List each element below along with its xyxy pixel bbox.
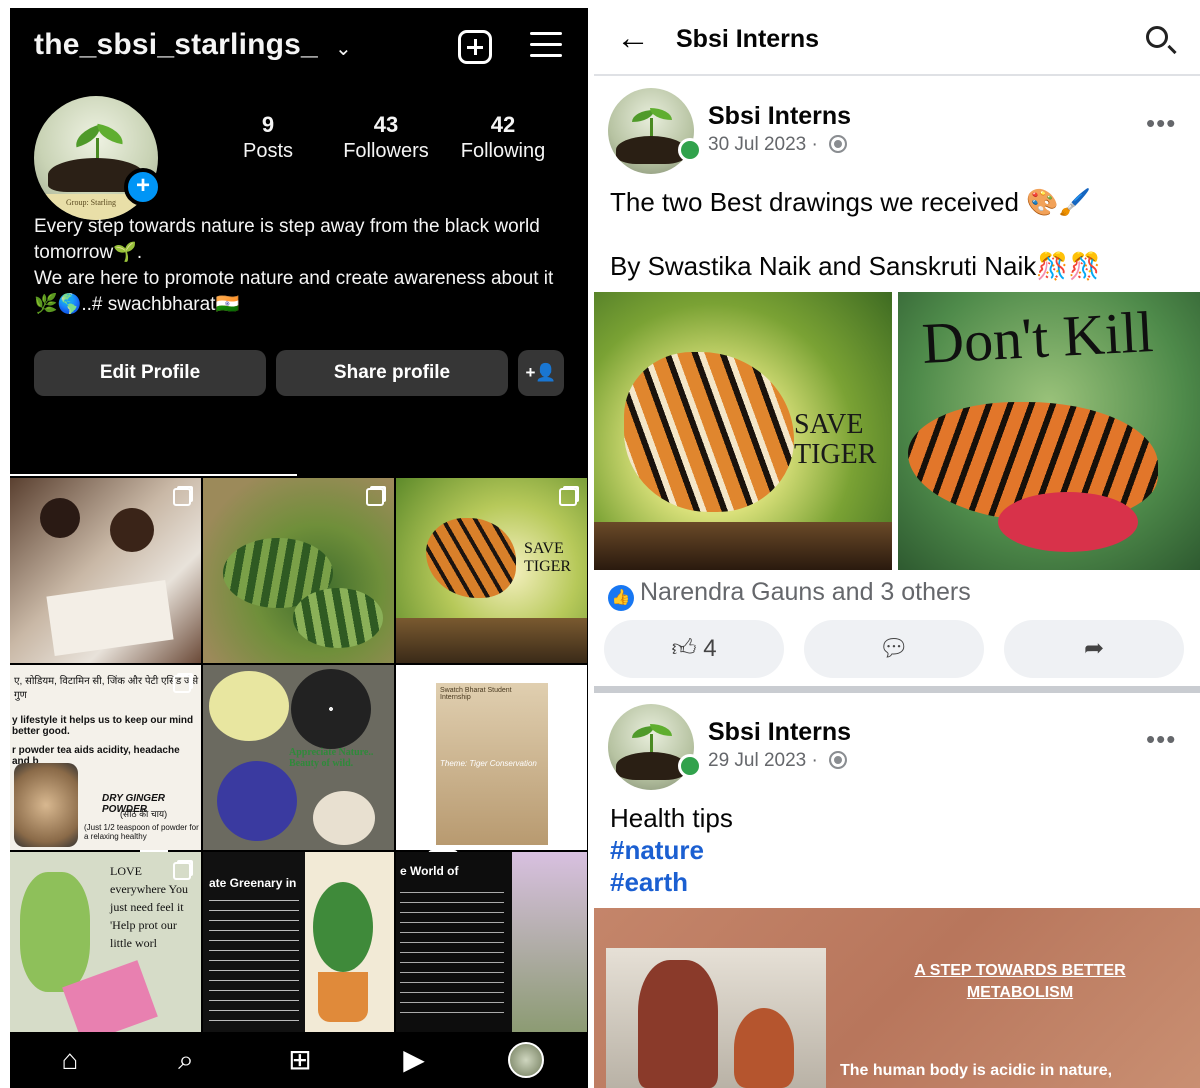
post-date[interactable]: 30 Jul 2023 · [708,134,848,156]
group-top-bar: ← Sbsi Interns [594,0,1200,76]
post-date[interactable]: 29 Jul 2023 · [708,750,848,772]
post-text: ate Greenary in [209,876,297,890]
instagram-profile-panel: the_sbsi_starlings_ ⌄ Group: Starling + … [10,8,588,1088]
globe-icon [829,135,848,153]
post-text: Appreciate Nature.. Beauty of wild. [289,747,374,769]
carousel-icon [173,675,191,693]
online-indicator [678,138,702,162]
comment-icon: 💬︎ [878,635,910,662]
profile-nav-avatar[interactable] [508,1042,544,1078]
chevron-down-icon[interactable]: ⌄ [335,36,352,61]
create-post-icon[interactable] [458,30,492,64]
post-author-name[interactable]: Sbsi Interns [708,718,851,747]
grid-post-4[interactable]: ए, सोडियम, विटामिन सी, जिंक और पेटी एसिड… [10,665,201,850]
following-count: 42 [490,112,516,137]
post-text: (सौंठ की चाय) [120,809,168,819]
following-label: Following [460,140,546,162]
followers-count: 43 [373,112,399,137]
dont-kill-text: Don't Kill [920,298,1155,377]
globe-icon [829,751,848,769]
bottom-nav: ⌂ ⌕ ⊞ ▶ [10,1032,588,1088]
like-reaction-icon: 👍 [608,585,634,611]
search-icon[interactable]: ⌕ [168,1042,204,1078]
post-text: (Just 1/2 teaspoon of powder for a relax… [84,823,199,841]
post-image-dont-kill[interactable]: Don't Kill [898,292,1200,570]
grid-post-1[interactable] [10,478,201,663]
edit-profile-button[interactable]: Edit Profile [34,350,266,396]
banner-title: A STEP TOWARDS BETTER METABOLISM [914,962,1126,1001]
banner-text: The human body is acidic in nature, [840,1062,1113,1079]
reels-icon[interactable]: ▶ [396,1042,432,1078]
bio-line-2: We are here to promote nature and create… [34,268,554,315]
post-text: e World of [400,864,459,878]
thumbs-up-icon: 👍︎ [671,635,697,662]
grid-post-6[interactable]: Swatch Bharat Student Internship Theme: … [396,665,587,850]
post-separator [594,686,1200,693]
online-indicator [678,754,702,778]
post-text-line-2: By Swastika Naik and Sanskruti Naik🎊🎊 [610,251,1102,281]
grid-post-5[interactable]: Appreciate Nature.. Beauty of wild. [203,665,394,850]
profile-header: the_sbsi_starlings_ ⌄ [10,8,588,88]
avatar-label: Group: Starling [66,198,116,207]
post-date-text: 29 Jul 2023 [708,750,807,771]
stat-posts[interactable]: 9 Posts [208,112,328,163]
stat-followers[interactable]: 43 Followers [326,112,446,163]
grid-post-2[interactable] [203,478,394,663]
carousel-icon [366,488,384,506]
post-text: Health tips [610,803,733,833]
post-author-avatar[interactable] [608,88,694,174]
hashtag-link[interactable]: #earth [610,866,688,898]
post-author-name[interactable]: Sbsi Interns [708,102,851,131]
posts-grid: SAVE TIGER ए, सोडियम, विटामिन सी, जिंक औ… [10,478,588,1038]
profile-bio: Every step towards nature is step away f… [34,214,574,318]
post-text: Swatch Bharat Student Internship [440,687,512,701]
search-icon[interactable] [1146,26,1168,48]
grid-post-7[interactable]: LOVE everywhere You just need feel it 'H… [10,852,201,1037]
like-count: 4 [703,635,717,662]
menu-icon[interactable] [530,32,562,60]
posts-label: Posts [242,140,294,162]
create-icon[interactable]: ⊞ [282,1042,318,1078]
share-button[interactable]: ➦ [1004,620,1184,678]
back-arrow-icon[interactable]: ← [616,18,650,58]
carousel-icon [173,862,191,880]
save-tiger-text: SAVE TIGER [794,409,877,470]
carousel-icon [173,488,191,506]
hashtag-link[interactable]: #nature [610,834,704,866]
post-image-metabolism[interactable]: A STEP TOWARDS BETTER METABOLISM The hum… [594,908,1200,1088]
post-author-avatar[interactable] [608,704,694,790]
posts-count: 9 [261,112,275,137]
comment-button[interactable]: 💬︎ [804,620,984,678]
facebook-group-panel: ← Sbsi Interns Sbsi Interns 30 Jul 2023 … [594,0,1200,1088]
post-date-text: 30 Jul 2023 [708,134,807,155]
share-profile-button[interactable]: Share profile [276,350,508,396]
profile-tabs [10,426,588,880]
post-text: Theme: Tiger Conservation [440,759,537,768]
add-story-icon[interactable]: + [124,168,162,206]
post-text: ए, सोडियम, विटामिन सी, जिंक और पेटी एसिड… [14,676,199,701]
add-person-button[interactable]: +👤 [518,350,564,396]
active-tab-indicator [10,474,297,476]
followers-label: Followers [343,140,429,162]
stat-following[interactable]: 42 Following [443,112,563,163]
grid-post-3[interactable]: SAVE TIGER [396,478,587,663]
profile-username[interactable]: the_sbsi_starlings_ [34,28,318,62]
bio-line-1: Every step towards nature is step away f… [34,216,540,263]
like-button[interactable]: 👍︎ 4 [604,620,784,678]
post-text: y lifestyle it helps us to keep our mind… [12,715,194,737]
home-icon[interactable]: ⌂ [52,1042,88,1078]
reactions-summary[interactable]: 👍 Narendra Gauns and 3 others [608,578,971,611]
carousel-icon [559,488,577,506]
reactions-text: Narendra Gauns and 3 others [640,578,971,606]
post-text-line-1: The two Best drawings we received 🎨🖌️ [610,187,1091,217]
more-options-icon[interactable]: ••• [1146,108,1176,139]
group-title: Sbsi Interns [676,25,820,53]
grid-post-9[interactable]: e World of [396,852,587,1037]
share-icon: ➦ [1083,635,1105,662]
post-image-save-tiger[interactable]: SAVE TIGER [594,292,892,570]
tiger-caption: SAVE TIGER [524,540,572,575]
more-options-icon[interactable]: ••• [1146,724,1176,755]
grid-post-8[interactable]: ate Greenary in [203,852,394,1037]
